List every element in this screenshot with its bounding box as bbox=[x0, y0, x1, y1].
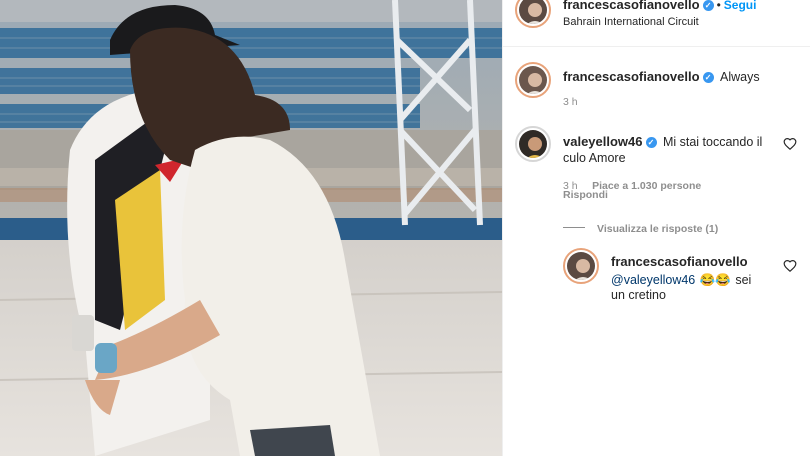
verified-badge-icon: ✓ bbox=[702, 72, 714, 83]
reply-text-after: sei bbox=[735, 273, 752, 287]
heart-icon[interactable] bbox=[783, 259, 797, 273]
avatar-photo-icon bbox=[527, 3, 543, 24]
comment-2-text-line2: culo Amore bbox=[563, 151, 626, 165]
view-replies-label: Visualizza le risposte (1) bbox=[597, 223, 719, 235]
replies-line bbox=[563, 227, 585, 229]
comments-panel: francescasofianovello ✓ • Segui Bahrain Int… bbox=[503, 0, 810, 456]
reply-button[interactable]: Rispondi bbox=[563, 189, 608, 201]
comment-2-likes[interactable]: Piace a 1.030 persone bbox=[592, 180, 701, 192]
avatar-photo-icon bbox=[575, 259, 591, 280]
comment-1-avatar[interactable] bbox=[515, 62, 551, 98]
separator-dot: • bbox=[716, 0, 721, 12]
reply-text-line2: un cretino bbox=[611, 288, 666, 302]
post-photo[interactable] bbox=[0, 0, 502, 456]
comment-2-text-line1: Mi stai toccando il bbox=[662, 135, 763, 149]
follow-button[interactable]: Segui bbox=[724, 0, 757, 12]
author-username[interactable]: francescasofianovello bbox=[563, 0, 700, 12]
comment-2-username[interactable]: valeyellow46 bbox=[563, 134, 643, 149]
comment-1-text: Always bbox=[720, 70, 760, 84]
avatar-photo-icon bbox=[527, 137, 543, 158]
comment-1-username[interactable]: francescasofianovello bbox=[563, 69, 700, 84]
verified-badge-icon: ✓ bbox=[645, 137, 657, 148]
post-header: francescasofianovello ✓ • Segui Bahrain Int… bbox=[503, 0, 810, 47]
photo-illustration bbox=[0, 0, 502, 456]
reply-avatar[interactable] bbox=[563, 248, 599, 284]
comment-1-time[interactable]: 3 h bbox=[563, 96, 578, 108]
author-avatar[interactable] bbox=[515, 0, 551, 28]
reply-mention[interactable]: @valeyellow46 bbox=[611, 273, 695, 287]
reply-emoji: 😂😂 bbox=[699, 273, 731, 287]
heart-icon[interactable] bbox=[783, 137, 797, 151]
comment-2-avatar[interactable] bbox=[515, 126, 551, 162]
view-replies-button[interactable]: Visualizza le risposte (1) bbox=[563, 219, 718, 237]
post-location[interactable]: Bahrain International Circuit bbox=[563, 16, 699, 28]
reply-username[interactable]: francescasofianovello bbox=[611, 254, 748, 269]
avatar-photo-icon bbox=[527, 73, 543, 94]
verified-badge-icon: ✓ bbox=[702, 0, 714, 11]
